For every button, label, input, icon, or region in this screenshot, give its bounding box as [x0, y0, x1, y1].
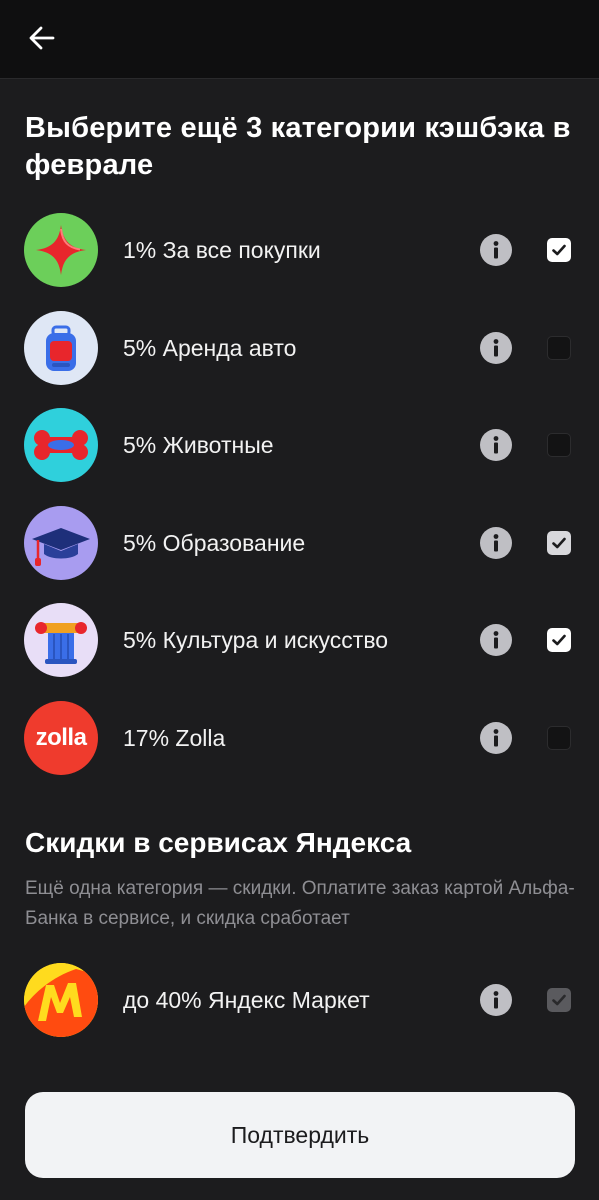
category-row[interactable]: 5% Образование	[0, 499, 599, 587]
red-star-icon	[24, 213, 98, 287]
zolla-logo-text: zolla	[35, 724, 87, 751]
service-checkbox	[547, 988, 571, 1012]
info-button[interactable]	[480, 234, 512, 266]
yandex-market-logo	[24, 963, 98, 1037]
category-checkbox[interactable]	[547, 238, 571, 262]
section-title: Скидки в сервисах Яндекса	[25, 827, 412, 858]
info-icon	[493, 436, 499, 454]
info-button[interactable]	[480, 984, 512, 1016]
service-label: до 40% Яндекс Маркет	[123, 987, 370, 1013]
category-row[interactable]: 5% Аренда авто	[0, 304, 599, 392]
category-label: 5% Культура и искусство	[123, 627, 389, 653]
checkmark-icon	[552, 537, 566, 549]
info-icon	[493, 729, 499, 747]
checkmark-icon	[552, 634, 566, 646]
info-button[interactable]	[480, 624, 512, 656]
checkmark-icon	[552, 244, 566, 256]
checkmark-icon	[552, 994, 566, 1006]
category-checkbox[interactable]	[547, 628, 571, 652]
category-label: 5% Образование	[123, 530, 306, 556]
category-checkbox[interactable]	[547, 726, 571, 750]
info-button[interactable]	[480, 722, 512, 754]
page-title: Выберите ещё 3 категории кэшбэка в февра…	[25, 112, 571, 181]
info-button[interactable]	[480, 527, 512, 559]
service-row[interactable]: до 40% Яндекс Маркет	[0, 956, 599, 1044]
info-icon	[493, 534, 499, 552]
category-checkbox[interactable]	[547, 433, 571, 457]
back-button[interactable]	[20, 16, 64, 60]
info-icon	[493, 339, 499, 357]
confirm-button[interactable]: Подтвердить	[25, 1092, 575, 1178]
category-row[interactable]: 5% Культура и искусство	[0, 596, 599, 684]
info-icon	[493, 631, 499, 649]
category-checkbox[interactable]	[547, 531, 571, 555]
backpack-icon	[24, 311, 98, 385]
info-icon	[493, 241, 499, 259]
info-button[interactable]	[480, 332, 512, 364]
category-label: 5% Аренда авто	[123, 335, 297, 361]
arrow-left-icon	[29, 26, 55, 50]
graduation-cap-icon	[24, 506, 98, 580]
category-row[interactable]: zolla 17% Zolla	[0, 694, 599, 782]
category-row[interactable]: 5% Животные	[0, 401, 599, 489]
category-checkbox[interactable]	[547, 336, 571, 360]
top-bar	[0, 0, 599, 79]
zolla-logo: zolla	[24, 701, 98, 775]
section-description: Ещё одна категория — скидки. Оплатите за…	[25, 878, 575, 929]
category-label: 17% Zolla	[123, 725, 226, 751]
column-icon	[24, 603, 98, 677]
bone-icon	[24, 408, 98, 482]
category-label: 1% За все покупки	[123, 237, 321, 263]
info-icon	[493, 991, 499, 1009]
info-button[interactable]	[480, 429, 512, 461]
category-row[interactable]: 1% За все покупки	[0, 206, 599, 294]
category-label: 5% Животные	[123, 432, 274, 458]
